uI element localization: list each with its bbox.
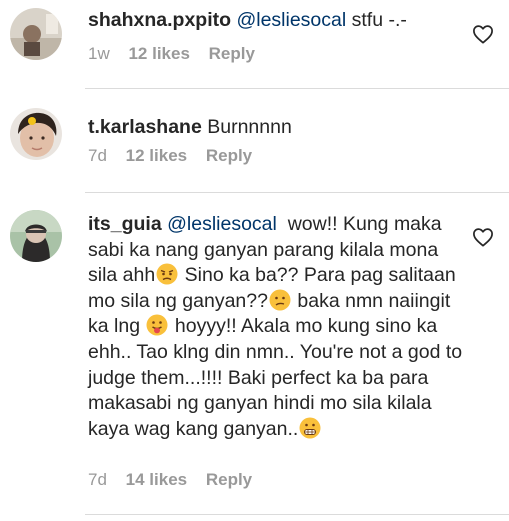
comment-meta: 1w 12 likes Reply <box>88 44 269 64</box>
comment-username[interactable]: t.karlashane <box>88 116 202 138</box>
comment-divider <box>85 88 509 89</box>
comment-text: Burnnnnn <box>207 116 292 138</box>
comment-divider <box>85 514 509 515</box>
comment-text: stfu -.- <box>351 9 407 31</box>
comment-item: its_guia @lesliesocal wow!! Kung maka sa… <box>0 194 509 514</box>
comment-mention[interactable]: @lesliesocal <box>167 213 277 235</box>
comment-meta: 7d 14 likes Reply <box>88 470 266 490</box>
comment-time: 7d <box>88 146 107 165</box>
comment-meta: 7d 12 likes Reply <box>88 146 266 166</box>
angry-face-emoji <box>156 263 178 285</box>
comment-likes[interactable]: 12 likes <box>126 146 187 165</box>
heart-outline-icon[interactable] <box>472 227 494 247</box>
comment-divider <box>85 192 509 193</box>
comment-username[interactable]: its_guia <box>88 213 162 235</box>
reply-button[interactable]: Reply <box>209 44 255 63</box>
comment-time: 7d <box>88 470 107 489</box>
comment-likes[interactable]: 14 likes <box>126 470 187 489</box>
reply-button[interactable]: Reply <box>206 470 252 489</box>
comment-text: hoyyy!! Akala mo kung sino ka ehh.. Tao … <box>88 315 463 440</box>
comment-item: t.karlashane Burnnnnn 7d 12 likes Reply <box>0 90 509 180</box>
heart-outline-icon[interactable] <box>472 24 494 44</box>
comment-body: its_guia @lesliesocal wow!! Kung maka sa… <box>88 212 470 442</box>
comment-likes[interactable]: 12 likes <box>128 44 189 63</box>
reply-button[interactable]: Reply <box>206 146 252 165</box>
comment-item: shahxna.pxpito @lesliesocal stfu -.- 1w … <box>0 0 509 80</box>
tongue-face-emoji <box>146 314 168 336</box>
comment-mention[interactable]: @lesliesocal <box>236 9 346 31</box>
comment-username[interactable]: shahxna.pxpito <box>88 9 231 31</box>
comment-time: 1w <box>88 44 110 63</box>
confused-face-emoji <box>269 289 291 311</box>
avatar[interactable] <box>10 210 62 262</box>
avatar[interactable] <box>10 108 62 160</box>
grimacing-face-emoji <box>299 417 321 439</box>
comment-body: t.karlashane Burnnnnn <box>88 115 468 141</box>
avatar[interactable] <box>10 8 62 60</box>
comment-body: shahxna.pxpito @lesliesocal stfu -.- <box>88 8 468 34</box>
